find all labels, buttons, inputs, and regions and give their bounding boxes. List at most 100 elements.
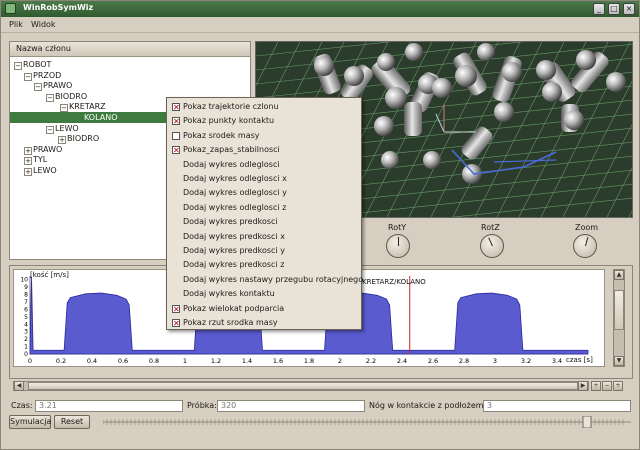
menu-widok[interactable]: Widok [31, 20, 56, 29]
context-menu-item-label: Pokaz wielokat podparcia [183, 303, 285, 313]
unchecked-box-icon[interactable] [172, 131, 180, 140]
y-tick-label: 4 [24, 321, 28, 328]
horizontal-scroll-thumb[interactable] [28, 382, 578, 390]
app-icon [5, 3, 16, 14]
context-menu-item[interactable]: Pokaz rzut srodka masy [167, 316, 361, 331]
checked-box-icon[interactable] [172, 101, 180, 115]
tree-item-label: PRAWO [43, 81, 73, 91]
context-menu-item[interactable]: Dodaj wykres predkosci [167, 215, 361, 229]
context-menu-item-label: Dodaj wykres odleglosci z [183, 202, 287, 212]
x-tick-label: 2.8 [459, 357, 469, 365]
tree-item[interactable]: − PRAWO [10, 80, 250, 92]
time-label: Czas: [11, 401, 33, 410]
minimize-button[interactable]: _ [593, 3, 605, 15]
rot-y-knob[interactable] [386, 234, 410, 258]
context-menu-item-label: Dodaj wykres predkosci y [183, 246, 285, 255]
context-menu-item[interactable]: Pokaz_zapas_stabilnosci [167, 143, 361, 158]
zoom-in-icon[interactable]: + [591, 381, 601, 391]
context-menu-item[interactable]: Dodaj wykres kontaktu [167, 287, 361, 301]
context-menu-item[interactable]: Dodaj wykres odleglosci x [167, 172, 361, 186]
context-menu-item[interactable]: Pokaz wielokat podparcia [167, 302, 361, 317]
reset-button[interactable]: Reset [54, 415, 90, 429]
context-menu: Pokaz trajektorie czlonu Pokaz punkty kon… [166, 97, 364, 331]
context-menu-item-label: Dodaj wykres odleglosci y [183, 188, 287, 198]
knob-label-roty: RotY [388, 223, 407, 232]
y-tick-label: 10 [20, 277, 28, 284]
title-bar: WinRobSymWiz _ □ × [1, 1, 639, 17]
context-menu-item-label: Dodaj wykres predkosci [183, 217, 278, 227]
scroll-right-icon[interactable]: ▶ [578, 381, 588, 391]
tree-header[interactable]: Nazwa członu [10, 42, 250, 57]
x-tick-label: 0.2 [56, 357, 66, 365]
contact-field[interactable]: 3 [483, 400, 631, 412]
x-tick-label: 2.2 [366, 357, 376, 365]
tree-item[interactable]: − ROBOT [10, 59, 250, 70]
y-tick-label: 5 [24, 314, 28, 321]
plot-horizontal-scrollbar[interactable]: ◀ ▶ [13, 381, 589, 391]
x-tick-label: 2.6 [428, 357, 438, 365]
y-tick-label: 7 [24, 299, 28, 306]
x-tick-label: 1.8 [304, 357, 314, 365]
tree-item-label: BIODRO [55, 91, 88, 101]
tree-item-label: KRETARZ [69, 102, 106, 112]
context-menu-item[interactable]: Pokaz punkty kontaktu [167, 114, 361, 129]
time-slider[interactable] [103, 416, 631, 428]
tree-item[interactable]: − PRZOD [10, 70, 250, 81]
tree-item-label: TYL [33, 155, 48, 165]
tree-item-label: PRZOD [33, 70, 62, 80]
sample-field[interactable]: 320 [217, 400, 365, 412]
context-menu-item-label: Dodaj wykres predkosci z [183, 260, 285, 270]
context-menu-item[interactable]: Dodaj wykres predkosci y [167, 244, 361, 258]
close-button[interactable]: × [623, 3, 635, 15]
context-menu-item-label: Dodaj wykres predkosci x [183, 231, 285, 241]
x-tick-label: 1.6 [273, 357, 283, 365]
simulate-button[interactable]: Symulacja [9, 415, 51, 429]
plot-vertical-scrollbar[interactable]: ▲ ▼ [613, 269, 625, 367]
expand-icon[interactable]: + [24, 168, 32, 176]
x-tick-label: 1.4 [242, 357, 252, 365]
plot-xlabel: czas [s] [566, 356, 593, 364]
x-tick-label: 1 [183, 357, 187, 365]
context-menu-item[interactable]: Dodaj wykres predkosci x [167, 230, 361, 244]
x-tick-label: 3.4 [552, 357, 562, 365]
context-menu-item[interactable]: Pokaz trajektorie czlonu [167, 100, 361, 115]
x-tick-label: 2.4 [397, 357, 407, 365]
checked-box-icon[interactable] [172, 115, 180, 129]
scroll-left-icon[interactable]: ◀ [14, 381, 24, 391]
context-menu-item[interactable]: Dodaj wykres odleglosci y [167, 186, 361, 200]
context-menu-item-label: Dodaj wykres nastawy przegubu rotacyjneg… [183, 274, 364, 284]
zoom-knob[interactable] [573, 234, 597, 258]
zoom-out-icon[interactable]: − [602, 381, 612, 391]
window-title: WinRobSymWiz [23, 3, 94, 12]
knob-label-zoom: Zoom [575, 223, 599, 232]
scroll-down-icon[interactable]: ▼ [614, 356, 624, 366]
zoom-fit-icon[interactable]: + [613, 381, 623, 391]
checked-box-icon[interactable] [172, 144, 180, 158]
context-menu-item[interactable]: Dodaj wykres predkosci z [167, 258, 361, 272]
checked-box-icon[interactable] [172, 317, 180, 331]
y-tick-label: 6 [24, 306, 28, 313]
menu-plik[interactable]: Plik [9, 20, 23, 29]
tree-item-label: PRAWO [33, 144, 63, 154]
context-menu-item-label: Pokaz srodek masy [183, 130, 260, 140]
context-menu-item[interactable]: Dodaj wykres odleglosci [167, 158, 361, 172]
time-slider-handle [582, 416, 592, 428]
plot-ylabel: [kość [m/s] [30, 271, 69, 279]
y-tick-label: 3 [24, 329, 28, 336]
time-field[interactable]: 3.21 [35, 400, 183, 412]
x-tick-label: 0.8 [149, 357, 159, 365]
x-tick-label: 0.4 [87, 357, 97, 365]
x-tick-label: 2 [338, 357, 342, 365]
main-window: WinRobSymWiz _ □ × Plik Widok Nazwa czło… [0, 0, 640, 450]
context-menu-item[interactable]: Dodaj wykres odleglosci z [167, 201, 361, 215]
maximize-button[interactable]: □ [608, 3, 620, 15]
scroll-up-icon[interactable]: ▲ [614, 270, 624, 280]
context-menu-item[interactable]: Dodaj wykres nastawy przegubu rotacyjneg… [167, 273, 364, 287]
x-tick-label: 0.6 [118, 357, 128, 365]
checked-box-icon[interactable] [172, 303, 180, 317]
y-tick-label: 1 [24, 344, 28, 351]
rot-z-knob[interactable] [480, 234, 504, 258]
context-menu-item[interactable]: Pokaz srodek masy [167, 129, 361, 143]
menu-bar: Plik Widok [1, 17, 639, 33]
vertical-scroll-thumb[interactable] [614, 290, 624, 330]
